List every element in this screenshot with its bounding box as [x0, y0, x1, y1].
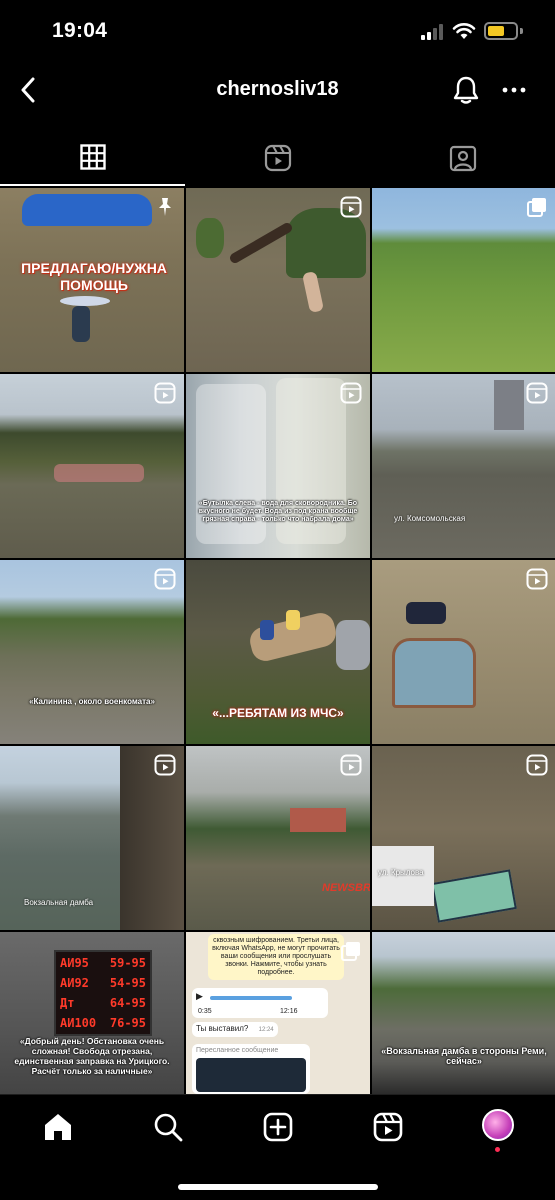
nav-reels-button[interactable] — [368, 1107, 408, 1147]
home-indicator — [178, 1184, 378, 1190]
more-options-button[interactable] — [496, 72, 532, 108]
battery-icon — [484, 22, 518, 40]
search-icon — [154, 1113, 183, 1142]
reply-text: Ты выставил? — [196, 1024, 249, 1033]
fuel-name: АИ95 — [60, 956, 89, 970]
reels-badge-icon — [340, 196, 362, 218]
post-tile[interactable]: ПРЕДЛАГАЮ/НУЖНА ПОМОЩЬ — [0, 188, 184, 372]
nav-search-button[interactable] — [148, 1107, 188, 1147]
reels-icon — [264, 144, 291, 172]
fuel-name: АИ100 — [60, 1016, 97, 1030]
post-tile[interactable] — [372, 188, 555, 372]
post-tile[interactable]: сквозным шифрованием. Третьи лица, включ… — [186, 932, 370, 1094]
post-location: ул. Комсомольская — [394, 514, 466, 523]
post-caption: «Калинина , около военкомата» — [29, 697, 155, 706]
post-tile[interactable] — [372, 560, 555, 744]
pin-icon — [159, 198, 171, 216]
carousel-icon — [527, 198, 546, 217]
plus-square-icon — [263, 1112, 293, 1142]
post-tile[interactable]: ул. Крылова — [372, 746, 555, 930]
status-time: 19:04 — [52, 19, 108, 42]
post-watermark: NEWSBR — [322, 882, 370, 894]
status-bar: 19:04 — [0, 0, 555, 62]
reels-badge-icon — [340, 754, 362, 776]
chat-notice: сквозным шифрованием. Третьи лица, включ… — [208, 934, 344, 980]
notification-dot — [495, 1147, 500, 1152]
reply-message: Ты выставил? 12:24 — [192, 1022, 278, 1037]
cellular-signal-icon — [421, 24, 443, 40]
voice-duration: 0:35 — [198, 1008, 212, 1015]
reels-badge-icon — [526, 568, 548, 590]
reels-badge-icon — [154, 382, 176, 404]
post-headline: «...РЕБЯТАМ ИЗ МЧС» — [212, 706, 344, 720]
voice-message: ▶ 0:35 12:16 — [192, 988, 328, 1018]
post-caption: «Добрый день! Обстановка очень сложная! … — [14, 1036, 170, 1076]
tab-tagged[interactable] — [370, 130, 555, 186]
fuel-price-board: АИ95 59-95 АИ92 54-95 Дт 64-95 АИ100 76-95 — [54, 950, 152, 1036]
notifications-button[interactable] — [448, 72, 484, 108]
post-tile[interactable] — [0, 374, 184, 558]
post-tile[interactable]: «...РЕБЯТАМ ИЗ МЧС» — [186, 560, 370, 744]
profile-header: chernosliv18 — [0, 62, 555, 118]
post-tile[interactable]: «Калинина , около военкомата» — [0, 560, 184, 744]
reels-badge-icon — [340, 382, 362, 404]
post-tile[interactable]: NEWSBR — [186, 746, 370, 930]
reels-icon — [373, 1112, 403, 1142]
post-tile[interactable]: ул. Комсомольская — [372, 374, 555, 558]
post-location: ул. Крылова — [378, 868, 424, 877]
bell-icon — [453, 76, 479, 104]
post-caption: «Вокзальная дамба в стороны Реми, сейчас… — [381, 1046, 547, 1066]
fuel-price: 54-95 — [109, 976, 146, 990]
grid-icon — [79, 144, 106, 170]
wifi-icon — [452, 23, 476, 39]
reels-badge-icon — [154, 754, 176, 776]
fuel-price: 76-95 — [109, 1016, 146, 1030]
profile-tabs — [0, 130, 555, 186]
voice-timestamp: 12:16 — [280, 1008, 298, 1015]
post-caption: «Бутылка слева - вода для сковородника. … — [198, 500, 358, 523]
post-tile[interactable]: «Вокзальная дамба в стороны Реми, сейчас… — [372, 932, 555, 1094]
nav-home-button[interactable] — [38, 1107, 78, 1147]
fuel-name: Дт — [60, 996, 75, 1010]
fuel-price: 64-95 — [109, 996, 146, 1010]
fuel-name: АИ92 — [60, 976, 89, 990]
post-tile[interactable]: АИ95 59-95 АИ92 54-95 Дт 64-95 АИ100 76-95 «… — [0, 932, 184, 1094]
carousel-icon — [341, 942, 360, 961]
post-tile[interactable] — [186, 188, 370, 372]
tab-posts[interactable] — [0, 130, 185, 186]
reels-badge-icon — [526, 382, 548, 404]
reply-time: 12:24 — [258, 1027, 274, 1033]
tagged-user-icon — [449, 145, 476, 172]
tab-reels[interactable] — [185, 130, 370, 186]
reels-badge-icon — [154, 568, 176, 590]
post-headline: ПРЕДЛАГАЮ/НУЖНА ПОМОЩЬ — [21, 260, 167, 293]
home-icon — [45, 1114, 71, 1140]
post-tile[interactable]: «Бутылка слева - вода для сковородника. … — [186, 374, 370, 558]
posts-grid: ПРЕДЛАГАЮ/НУЖНА ПОМОЩЬ «Бутылка слева - … — [0, 188, 555, 1094]
nav-create-button[interactable] — [258, 1107, 298, 1147]
more-horizontal-icon — [502, 87, 526, 93]
post-tile[interactable]: Вокзальная дамба — [0, 746, 184, 930]
forwarded-message: Пересланное сообщение — [192, 1044, 310, 1094]
nav-profile-avatar[interactable] — [482, 1109, 514, 1141]
fuel-price: 59-95 — [109, 956, 146, 970]
post-location: Вокзальная дамба — [24, 898, 94, 907]
reels-badge-icon — [526, 754, 548, 776]
